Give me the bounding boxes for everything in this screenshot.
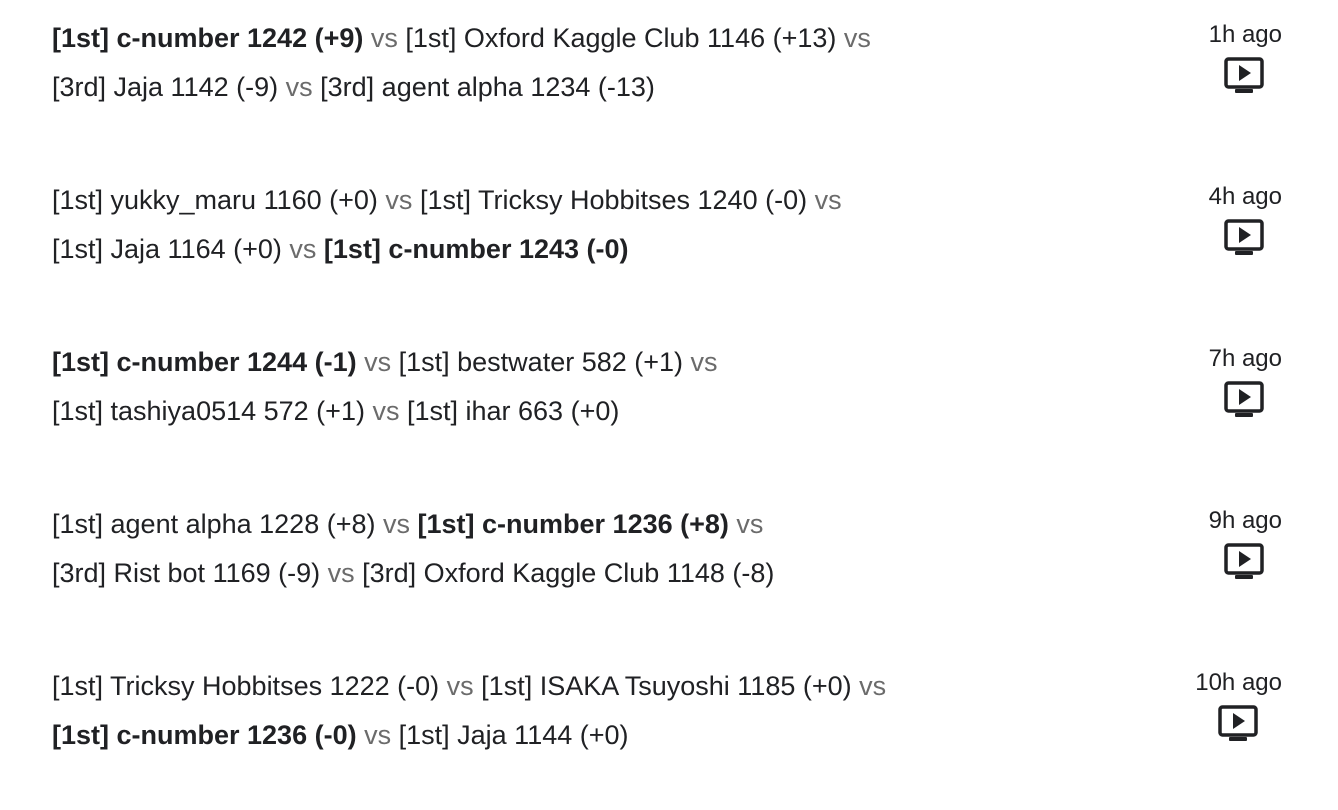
team-entry: [1st] ISAKA Tsuyoshi 1185 (+0) xyxy=(481,671,852,701)
play-replay-icon xyxy=(1218,705,1258,741)
episode-matchup: [1st] c-number 1242 (+9) vs [1st] Oxford… xyxy=(52,14,1152,112)
team-entry: [3rd] Jaja 1142 (-9) xyxy=(52,72,279,102)
vs-separator: vs xyxy=(383,509,411,539)
episode-time: 10h ago xyxy=(1195,669,1282,696)
vs-separator: vs xyxy=(327,558,355,588)
episode-matchup: [1st] agent alpha 1228 (+8) vs [1st] c-n… xyxy=(52,500,1152,598)
team-entry: [3rd] Rist bot 1169 (-9) xyxy=(52,558,321,588)
vs-separator: vs xyxy=(372,396,400,426)
watch-replay-button[interactable] xyxy=(1223,542,1267,582)
episode-row: [1st] agent alpha 1228 (+8) vs [1st] c-n… xyxy=(0,486,1338,648)
episode-time: 1h ago xyxy=(1208,21,1282,48)
team-entry: [1st] tashiya0514 572 (+1) xyxy=(52,396,365,426)
matchup-line: [1st] c-number 1236 (-0) vs [1st] Jaja 1… xyxy=(52,711,1152,760)
team-entry: [3rd] agent alpha 1234 (-13) xyxy=(320,72,655,102)
episode-row: [1st] Tricksy Hobbitses 1222 (-0) vs [1s… xyxy=(0,648,1338,810)
vs-separator: vs xyxy=(736,509,764,539)
vs-separator: vs xyxy=(690,347,718,377)
vs-separator: vs xyxy=(859,671,887,701)
watch-replay-button[interactable] xyxy=(1223,218,1267,258)
episode-time: 9h ago xyxy=(1208,507,1282,534)
matchup-line: [1st] Jaja 1164 (+0) vs [1st] c-number 1… xyxy=(52,225,1152,274)
vs-separator: vs xyxy=(370,23,398,53)
episode-matchup: [1st] yukky_maru 1160 (+0) vs [1st] Tric… xyxy=(52,176,1152,274)
team-entry: [1st] bestwater 582 (+1) xyxy=(398,347,684,377)
team-entry-highlighted: [1st] c-number 1243 (-0) xyxy=(323,234,629,264)
vs-separator: vs xyxy=(364,720,392,750)
matchup-line: [1st] c-number 1244 (-1) vs [1st] bestwa… xyxy=(52,338,1152,387)
play-replay-icon xyxy=(1224,543,1264,579)
episode-matchup: [1st] c-number 1244 (-1) vs [1st] bestwa… xyxy=(52,338,1152,436)
matchup-line: [3rd] Rist bot 1169 (-9) vs [3rd] Oxford… xyxy=(52,549,1152,598)
team-entry: [1st] yukky_maru 1160 (+0) xyxy=(52,185,378,215)
team-entry-highlighted: [1st] c-number 1236 (+8) xyxy=(417,509,729,539)
watch-replay-button[interactable] xyxy=(1223,56,1267,96)
vs-separator: vs xyxy=(385,185,413,215)
episode-time: 4h ago xyxy=(1208,183,1282,210)
vs-separator: vs xyxy=(814,185,842,215)
episode-list: [1st] c-number 1242 (+9) vs [1st] Oxford… xyxy=(0,0,1338,784)
team-entry-highlighted: [1st] c-number 1236 (-0) xyxy=(52,720,357,750)
watch-replay-button[interactable] xyxy=(1217,704,1261,744)
matchup-line: [1st] Tricksy Hobbitses 1222 (-0) vs [1s… xyxy=(52,662,1152,711)
episode-row: [1st] yukky_maru 1160 (+0) vs [1st] Tric… xyxy=(0,162,1338,324)
team-entry: [1st] Tricksy Hobbitses 1240 (-0) xyxy=(419,185,808,215)
episode-row: [1st] c-number 1242 (+9) vs [1st] Oxford… xyxy=(0,0,1338,162)
play-replay-icon xyxy=(1224,381,1264,417)
team-entry: [1st] ihar 663 (+0) xyxy=(406,396,620,426)
team-entry-highlighted: [1st] c-number 1244 (-1) xyxy=(52,347,357,377)
play-replay-icon xyxy=(1224,219,1264,255)
team-entry-highlighted: [1st] c-number 1242 (+9) xyxy=(52,23,364,53)
matchup-line: [1st] c-number 1242 (+9) vs [1st] Oxford… xyxy=(52,14,1152,63)
vs-separator: vs xyxy=(285,72,313,102)
team-entry: [1st] Jaja 1164 (+0) xyxy=(52,234,282,264)
matchup-line: [1st] agent alpha 1228 (+8) vs [1st] c-n… xyxy=(52,500,1152,549)
matchup-line: [1st] tashiya0514 572 (+1) vs [1st] ihar… xyxy=(52,387,1152,436)
matchup-line: [3rd] Jaja 1142 (-9) vs [3rd] agent alph… xyxy=(52,63,1152,112)
vs-separator: vs xyxy=(843,23,871,53)
watch-replay-button[interactable] xyxy=(1223,380,1267,420)
vs-separator: vs xyxy=(289,234,317,264)
vs-separator: vs xyxy=(364,347,392,377)
episode-time: 7h ago xyxy=(1208,345,1282,372)
play-replay-icon xyxy=(1224,57,1264,93)
matchup-line: [1st] yukky_maru 1160 (+0) vs [1st] Tric… xyxy=(52,176,1152,225)
episode-row: [1st] c-number 1244 (-1) vs [1st] bestwa… xyxy=(0,324,1338,486)
team-entry: [3rd] Oxford Kaggle Club 1148 (-8) xyxy=(362,558,775,588)
team-entry: [1st] Oxford Kaggle Club 1146 (+13) xyxy=(405,23,837,53)
episode-matchup: [1st] Tricksy Hobbitses 1222 (-0) vs [1s… xyxy=(52,662,1152,760)
team-entry: [1st] agent alpha 1228 (+8) xyxy=(52,509,376,539)
vs-separator: vs xyxy=(446,671,474,701)
team-entry: [1st] Jaja 1144 (+0) xyxy=(398,720,629,750)
team-entry: [1st] Tricksy Hobbitses 1222 (-0) xyxy=(52,671,440,701)
